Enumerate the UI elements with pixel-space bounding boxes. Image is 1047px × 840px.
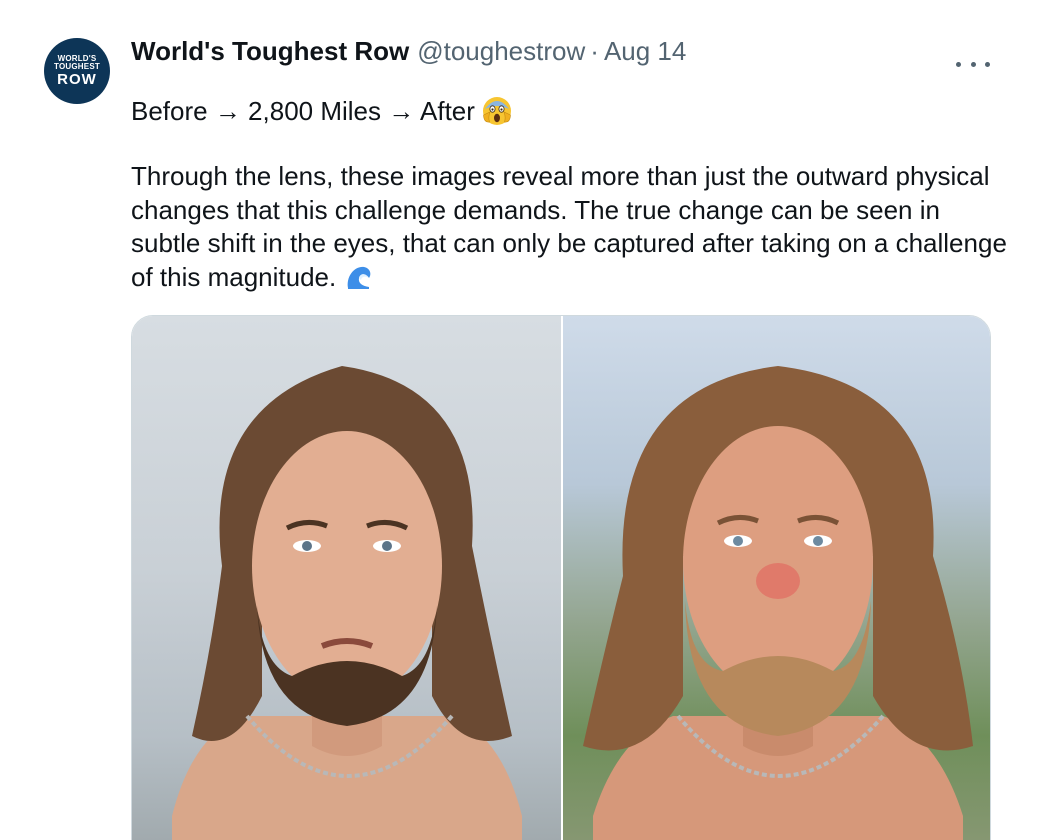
- tweet-headline: Before → 2,800 Miles → After: [131, 95, 513, 127]
- after-photo[interactable]: [563, 316, 990, 840]
- after-portrait-illustration: [583, 366, 973, 840]
- display-name[interactable]: World's Toughest Row: [131, 36, 409, 67]
- before-photo[interactable]: [132, 316, 563, 840]
- avatar-text-line3: ROW: [57, 71, 97, 88]
- handle[interactable]: @toughestrow: [417, 36, 585, 67]
- headline-text: Before → 2,800 Miles → After: [131, 95, 475, 126]
- tweet-body: Through the lens, these images reveal mo…: [131, 160, 1011, 294]
- avatar[interactable]: WORLD'S TOUGHEST ROW: [44, 38, 110, 104]
- avatar-text-line2: TOUGHEST: [54, 62, 100, 71]
- header-separator: ·: [590, 36, 599, 66]
- tweet-header: World's Toughest Row @toughestrow · Aug …: [131, 36, 686, 67]
- more-options-icon[interactable]: [956, 54, 990, 74]
- tweet: WORLD'S TOUGHEST ROW World's Toughest Ro…: [0, 0, 1047, 840]
- body-text: Through the lens, these images reveal mo…: [131, 161, 1007, 292]
- scream-face-emoji-icon: [481, 95, 513, 127]
- media-grid[interactable]: [131, 315, 991, 840]
- timestamp[interactable]: Aug 14: [604, 36, 686, 67]
- before-portrait-illustration: [172, 366, 522, 840]
- water-wave-emoji-icon: [342, 261, 374, 293]
